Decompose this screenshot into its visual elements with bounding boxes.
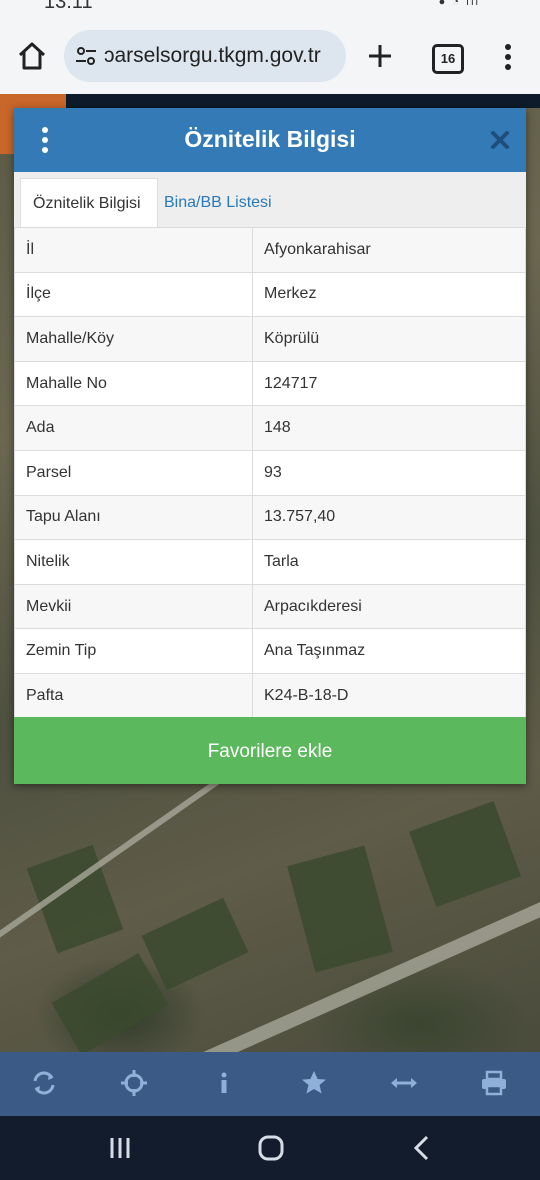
dialog-title: Öznitelik Bilgisi [184,126,356,152]
status-time: 13:11 [44,0,93,13]
attribute-value: 148 [252,405,526,451]
locate-icon[interactable] [119,1068,149,1098]
attribute-key: Ada [14,405,253,451]
table-row: Zemin Tip Ana Taşınmaz [14,628,526,674]
table-row: İlçe Merkez [14,271,526,318]
address-bar[interactable]: ɔarselsorgu.tkgm.gov.tr [64,30,346,82]
back-icon[interactable] [406,1132,438,1164]
attribute-key: Mahalle No [14,360,253,407]
table-row: Mahalle No 124717 [14,360,526,407]
attribute-key: Parsel [14,449,253,496]
new-tab-icon[interactable] [364,40,396,72]
tab-attributes[interactable]: Öznitelik Bilgisi [20,178,158,229]
table-row: Mevkii Arpacıkderesi [14,583,526,630]
map-field [287,845,393,973]
attribute-key: Mahalle/Köy [14,316,253,362]
attribute-value: 124717 [252,360,526,407]
add-favorite-button[interactable]: Favorilere ekle [14,717,526,784]
close-icon[interactable] [488,128,512,152]
attribute-value: Ana Taşınmaz [252,628,526,674]
attribute-value: 93 [252,449,526,496]
dialog-header: Öznitelik Bilgisi [14,108,526,172]
url-text[interactable]: ɔarselsorgu.tkgm.gov.tr [104,44,321,68]
attribute-key: Mevkii [14,583,253,630]
table-row: Tapu Alanı 13.757,40 [14,494,526,541]
table-row: Nitelik Tarla [14,539,526,585]
map-top-strip [0,94,540,108]
table-row: Mahalle/Köy Köprülü [14,316,526,362]
browser-toolbar: ɔarselsorgu.tkgm.gov.tr 16 [0,18,540,94]
info-icon[interactable] [209,1068,239,1098]
home-nav-icon[interactable] [255,1132,287,1164]
attribute-value: 13.757,40 [252,494,526,541]
attribute-dialog: Öznitelik Bilgisi Öznitelik Bilgisi Bina… [14,108,526,784]
tab-switcher-button[interactable]: 16 [432,44,464,74]
print-icon[interactable] [479,1068,509,1098]
measure-icon[interactable] [389,1068,419,1098]
attribute-key: Nitelik [14,539,253,585]
table-row: Ada 148 [14,405,526,451]
map-toolbar [0,1052,540,1116]
attribute-table: İl Afyonkarahisar İlçe Merkez Mahalle/Köy Köp… [14,227,526,719]
map-field [141,897,249,991]
attribute-key: Pafta [14,672,253,719]
tab-building-list[interactable]: Bina/BB Listesi [152,178,284,227]
site-settings-icon[interactable] [74,44,98,68]
recent-apps-icon[interactable] [104,1132,136,1164]
attribute-key: İl [14,227,253,273]
table-row: Parsel 93 [14,449,526,496]
attribute-value: Arpacıkderesi [252,583,526,630]
attribute-value: Tarla [252,539,526,585]
refresh-icon[interactable] [29,1068,59,1098]
attribute-key: Tapu Alanı [14,494,253,541]
home-icon[interactable] [16,40,48,72]
star-icon[interactable] [299,1068,329,1098]
browser-menu-icon[interactable] [498,42,518,72]
system-nav-bar [0,1116,540,1180]
dialog-tabs: Öznitelik Bilgisi Bina/BB Listesi [14,172,526,229]
status-icons: ● ◔ ıll [438,0,480,8]
status-bar: 13:11 ● ◔ ıll [0,0,540,18]
map-field [409,801,521,907]
attribute-value: Afyonkarahisar [252,227,526,273]
table-row: İl Afyonkarahisar [14,227,526,273]
map-field [51,953,169,1052]
attribute-value: Merkez [252,271,526,318]
attribute-key: İlçe [14,271,253,318]
attribute-key: Zemin Tip [14,628,253,674]
table-row: Pafta K24-B-18-D [14,672,526,719]
attribute-value: K24-B-18-D [252,672,526,719]
attribute-value: Köprülü [252,316,526,362]
